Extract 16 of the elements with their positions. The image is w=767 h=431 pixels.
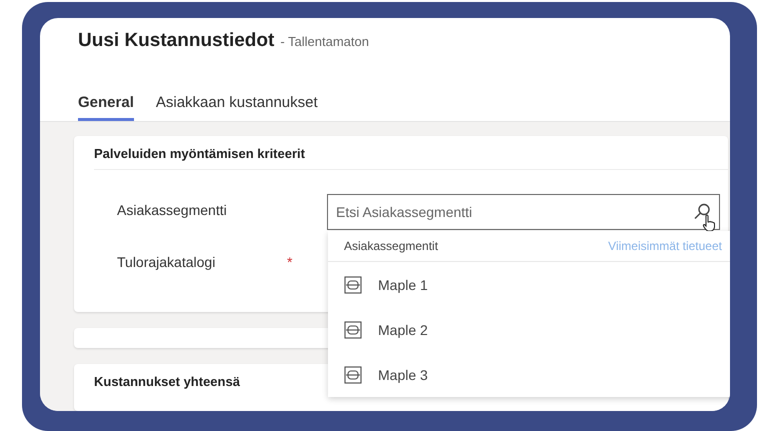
field-label: Asiakassegmentti <box>117 202 228 218</box>
section-title: Kustannukset yhteensä <box>94 373 240 391</box>
record-icon <box>344 366 362 384</box>
record-icon <box>344 276 362 294</box>
save-status: - Tallentamaton <box>280 34 369 49</box>
record-icon <box>344 320 362 338</box>
form-title: Uusi Kustannustiedot <box>78 30 274 52</box>
tab[interactable]: Asiakkaan kustannukset <box>156 94 318 121</box>
dropdown-header: Asiakassegmentit <box>344 239 438 253</box>
required-marker: * <box>287 254 292 270</box>
dropdown-item[interactable]: Maple 2 <box>328 307 730 352</box>
field-label: Tulorajakatalogi <box>117 254 216 270</box>
dropdown-item[interactable]: Maple 3 <box>328 352 730 397</box>
section-title: Palveluiden myöntämisen kriteerit <box>94 145 305 163</box>
search-field[interactable]: Etsi Asiakassegmentti <box>327 194 720 230</box>
dropdown-item[interactable]: Maple 1 <box>328 262 730 307</box>
